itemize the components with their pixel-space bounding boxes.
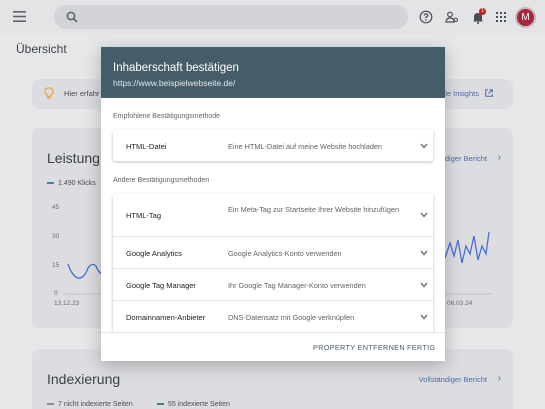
indexing-title: Indexierung	[47, 371, 121, 387]
indexing-full-report-link[interactable]: Vollständiger Bericht	[419, 375, 487, 384]
recommended-method-box: HTML-Datei Eine HTML-Datei auf meine Web…	[113, 130, 433, 161]
chevron-down-icon[interactable]	[420, 212, 428, 218]
verify-ownership-dialog: Inhaberschaft bestätigen https://www.bei…	[101, 47, 445, 361]
lightbulb-icon	[44, 87, 54, 99]
help-icon[interactable]	[419, 10, 433, 24]
open-external-icon[interactable]	[485, 89, 493, 97]
account-avatar[interactable]: M	[515, 7, 536, 28]
done-button[interactable]: FERTIG	[407, 343, 435, 352]
method-name: Google Analytics	[126, 249, 182, 258]
insights-link[interactable]: le Insights	[445, 89, 479, 98]
clicks-line-right	[444, 231, 490, 264]
clicks-line-left	[67, 263, 103, 279]
indexed-legend: 55 indexierte Seiten	[157, 401, 230, 408]
dialog-title: Inhaberschaft bestätigen	[113, 62, 239, 74]
not-indexed-legend: 7 nicht indexierte Seiten	[47, 401, 133, 408]
dialog-footer: PROPERTY ENTFERNEN FERTIG	[101, 332, 445, 361]
other-methods-box: HTML-Tag Ein Meta-Tag zur Startseite Ihr…	[113, 194, 433, 334]
chevron-down-icon[interactable]	[420, 143, 428, 149]
method-row-google-tag-manager[interactable]: Google Tag Manager Ihr Google Tag Manage…	[113, 268, 433, 300]
method-description: Ein Meta-Tag zur Startseite Ihrer Websit…	[228, 205, 400, 214]
method-description: Google Analytics-Konto verwenden	[228, 249, 342, 258]
method-row-google-analytics[interactable]: Google Analytics Google Analytics-Konto …	[113, 236, 433, 268]
manage-users-icon[interactable]	[445, 10, 459, 24]
property-url: https://www.beispielwebseite.de/	[113, 78, 236, 88]
notification-badge: 1	[479, 8, 486, 15]
method-row-html-tag[interactable]: HTML-Tag Ein Meta-Tag zur Startseite Ihr…	[113, 194, 433, 236]
other-methods-label: Andere Bestätigungsmethoden	[113, 177, 210, 184]
method-name: Google Tag Manager	[126, 281, 196, 290]
method-description: Ihr Google Tag Manager-Konto verwenden	[228, 281, 366, 290]
method-description: Eine HTML-Datei auf meine Website hochla…	[228, 142, 382, 151]
search-icon	[66, 11, 78, 23]
page-title: Übersicht	[16, 42, 67, 56]
method-name: HTML-Datei	[126, 142, 167, 151]
method-name: HTML-Tag	[126, 211, 162, 220]
chevron-down-icon[interactable]	[420, 282, 428, 288]
apps-grid-icon[interactable]	[494, 10, 508, 24]
method-row-html-file[interactable]: HTML-Datei Eine HTML-Datei auf meine Web…	[113, 130, 433, 161]
insight-text: Hier erfahr	[64, 89, 100, 98]
x-tick-label: 06.03.24	[447, 300, 473, 307]
chevron-down-icon[interactable]	[420, 250, 428, 256]
x-tick-label: 13.12.23	[54, 300, 80, 307]
method-description: DNS-Datensatz mit Google verknüpfen	[228, 313, 355, 322]
top-app-bar: 1 M	[0, 0, 545, 34]
dialog-header: Inhaberschaft bestätigen https://www.bei…	[101, 47, 445, 98]
search-input[interactable]	[54, 5, 408, 29]
method-row-domain-provider[interactable]: Domainnamen-Anbieter DNS-Datensatz mit G…	[113, 300, 433, 334]
chevron-right-icon[interactable]: ›	[498, 373, 501, 384]
remove-property-button[interactable]: PROPERTY ENTFERNEN	[313, 343, 405, 352]
recommended-method-label: Empfohlene Bestätigungsmethode	[113, 113, 221, 120]
hamburger-menu-icon[interactable]	[13, 11, 26, 22]
chevron-down-icon[interactable]	[420, 314, 428, 320]
method-name: Domainnamen-Anbieter	[126, 313, 206, 322]
